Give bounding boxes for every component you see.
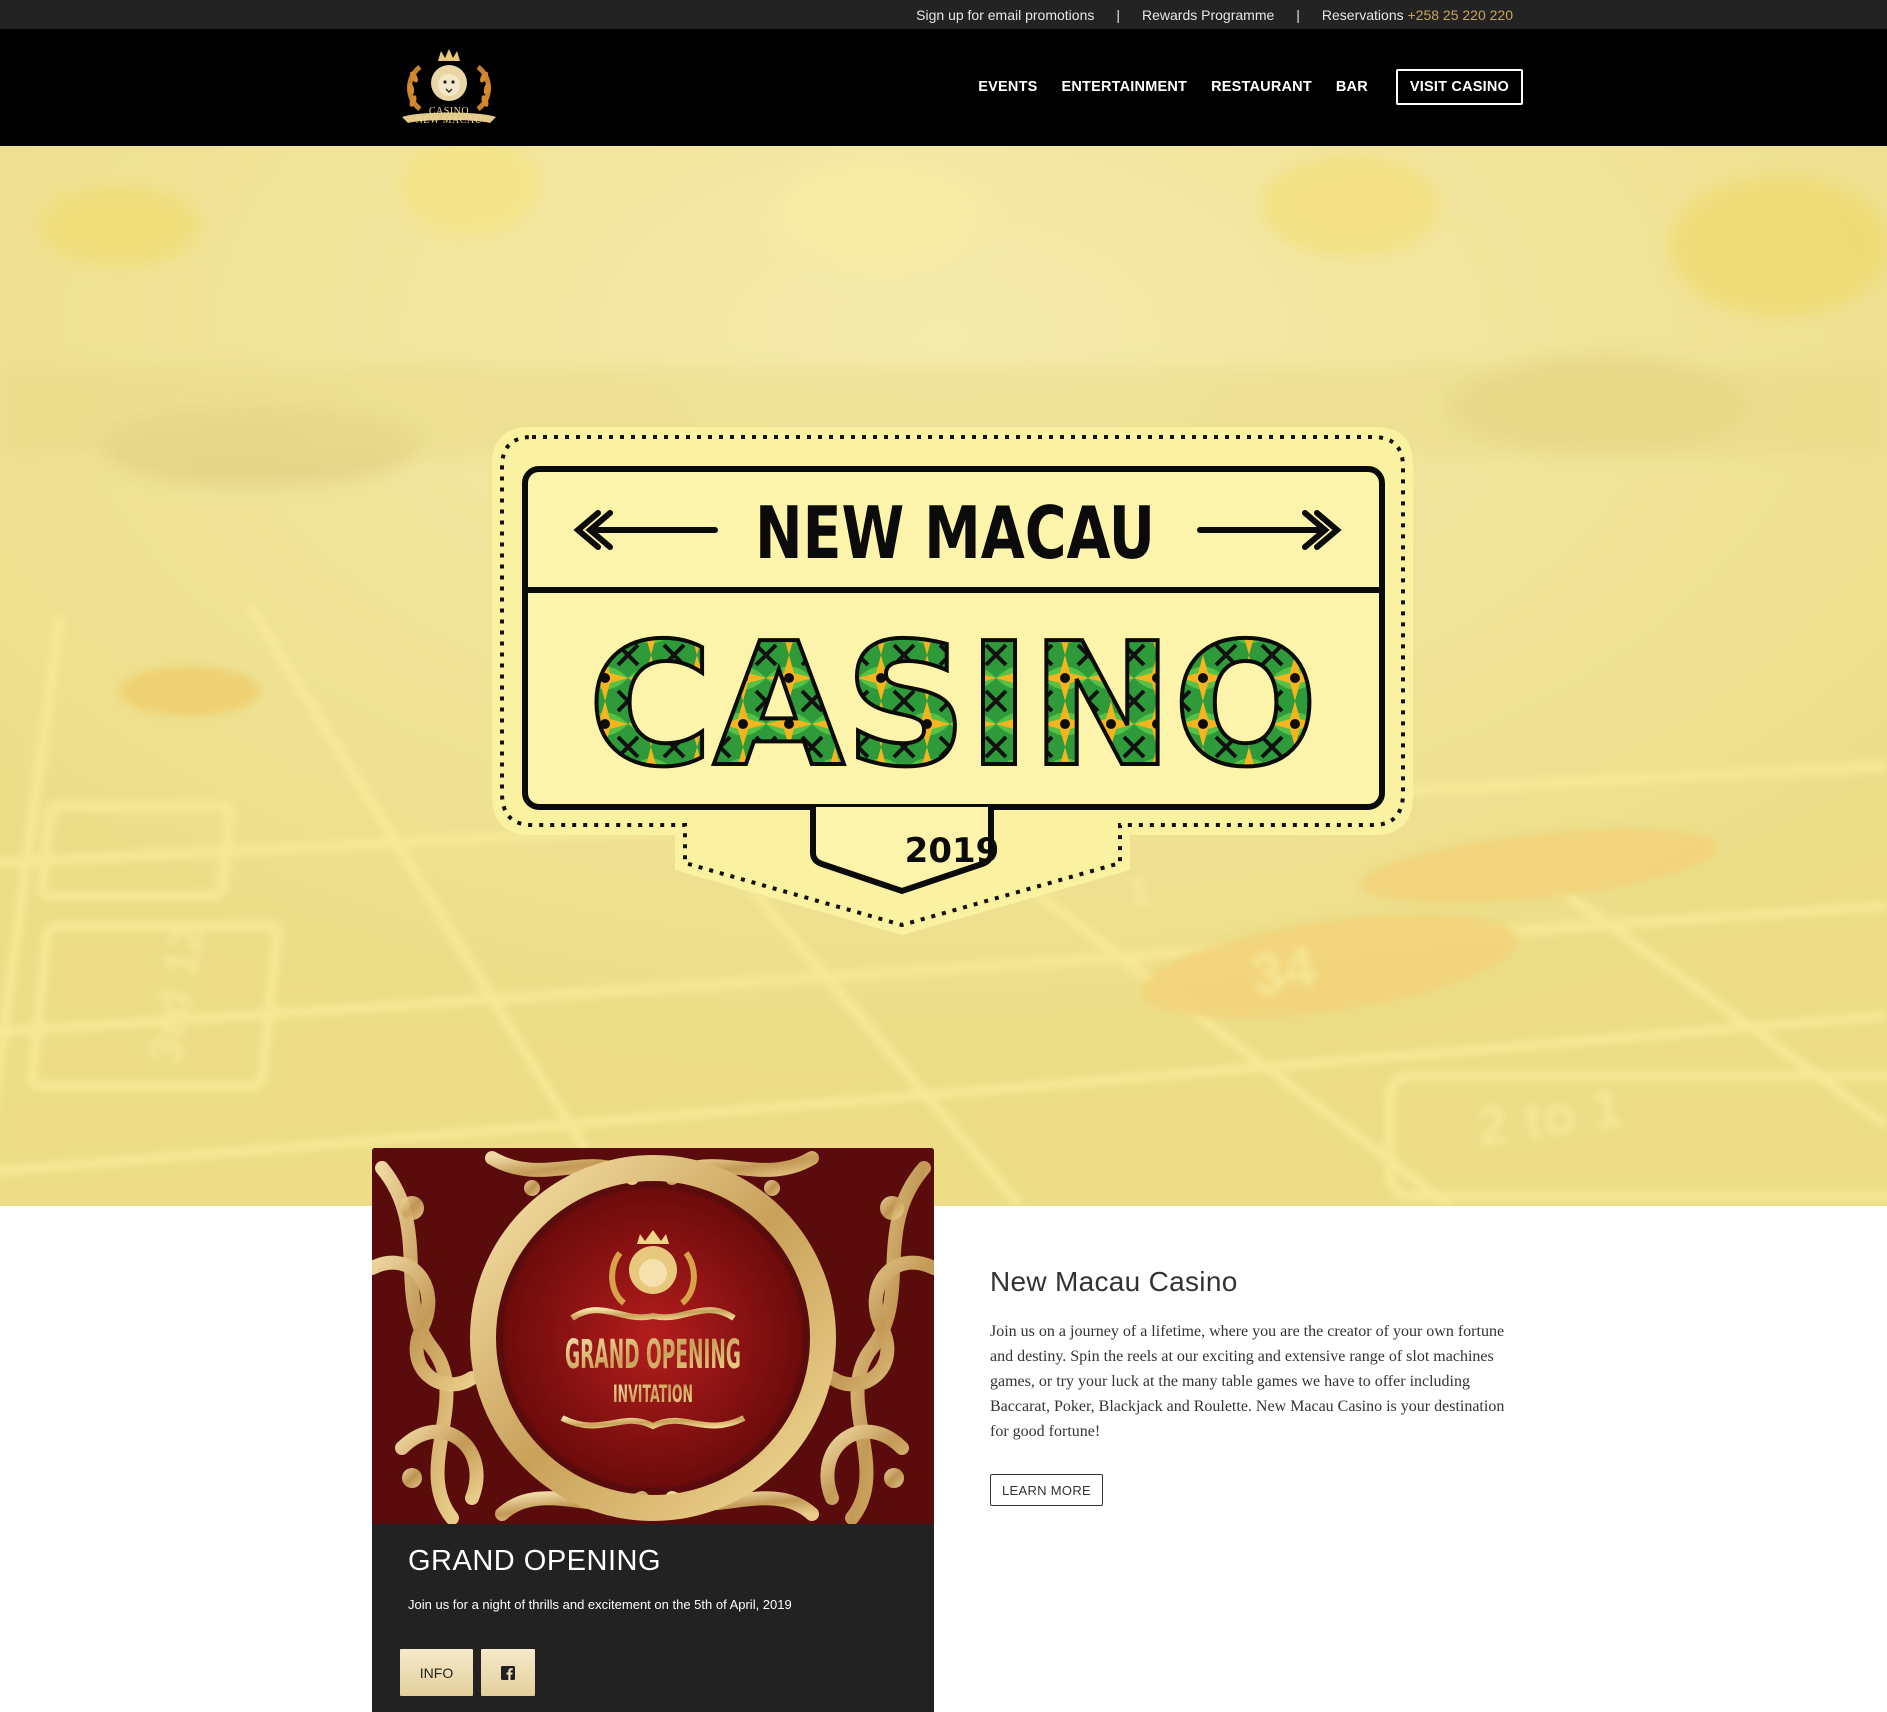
reservations-phone: +258 25 220 220 — [1407, 6, 1514, 23]
event-description: Join us for a night of thrills and excit… — [408, 1597, 792, 1612]
new-macau-casino-sign: NEW MACAU CASINO 2019 — [492, 427, 1413, 935]
about-title: New Macau Casino — [990, 1266, 1238, 1297]
hero-banner: 34 1 2 to 1 3rd 12 NEW MACAU CASINO 2019 — [0, 146, 1887, 1206]
nav-entertainment[interactable]: ENTERTAINMENT — [1062, 79, 1188, 95]
logo-text-new-macau: NEW MACAU — [415, 115, 483, 126]
reservations-label: Reservations — [1321, 6, 1404, 23]
nav-events[interactable]: EVENTS — [978, 79, 1037, 95]
reservations-link[interactable]: Reservations +258 25 220 220 — [1322, 7, 1513, 23]
separator: | — [1116, 6, 1120, 23]
top-utility-bar: Sign up for email promotions | Rewards P… — [0, 0, 1887, 29]
rewards-programme-link[interactable]: Rewards Programme — [1142, 7, 1274, 23]
image-title-grand-opening: GRAND OPENING — [565, 1332, 741, 1378]
utility-links: Sign up for email promotions | Rewards P… — [916, 0, 1513, 29]
sign-casino-text: CASINO — [588, 607, 1318, 805]
sign-new-macau-text: NEW MACAU — [755, 491, 1155, 575]
event-card: GRAND OPENING INVITATION GRAND OPENING J… — [372, 1148, 934, 1712]
facebook-share-button[interactable] — [481, 1649, 535, 1696]
image-subtitle-invitation: INVITATION — [613, 1380, 693, 1408]
nav-restaurant[interactable]: RESTAURANT — [1211, 79, 1312, 95]
main-nav: EVENTS ENTERTAINMENT RESTAURANT BAR VISI… — [954, 69, 1523, 105]
info-button[interactable]: INFO — [400, 1649, 473, 1696]
separator: | — [1296, 6, 1300, 23]
facebook-icon — [501, 1665, 515, 1680]
event-title: GRAND OPENING — [408, 1545, 662, 1577]
email-promotions-link[interactable]: Sign up for email promotions — [916, 7, 1094, 23]
grand-opening-image[interactable]: GRAND OPENING INVITATION — [372, 1148, 934, 1524]
visit-casino-button[interactable]: VISIT CASINO — [1395, 69, 1523, 105]
sign-year-text: 2019 — [905, 831, 1000, 871]
about-body: Join us on a journey of a lifetime, wher… — [990, 1323, 1505, 1440]
site-header: CASINO NEW MACAU EVENTS ENTERTAINMENT RE… — [0, 29, 1887, 146]
learn-more-button[interactable]: LEARN MORE — [990, 1474, 1103, 1506]
nav-bar[interactable]: BAR — [1336, 79, 1368, 95]
casino-logo[interactable]: CASINO NEW MACAU — [398, 47, 500, 131]
